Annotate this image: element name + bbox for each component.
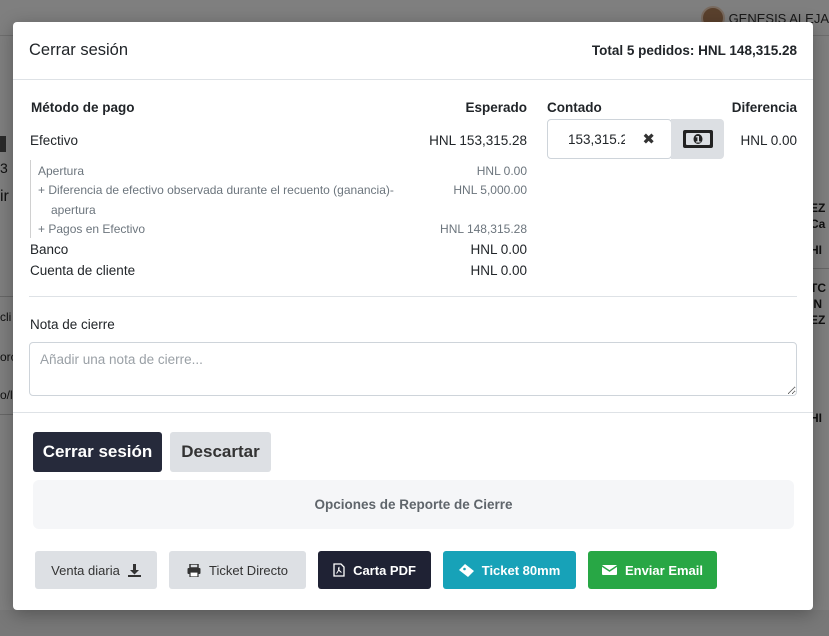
report-options-title: Opciones de Reporte de Cierre (314, 497, 513, 512)
header-payment-method: Método de pago (31, 100, 135, 115)
send-email-label: Enviar Email (624, 562, 704, 578)
ticket-icon (458, 563, 474, 577)
direct-ticket-button[interactable]: Ticket Directo (169, 551, 306, 589)
daily-sales-label: Venta diaria (51, 562, 120, 578)
detail-label-continued: apertura (51, 203, 96, 217)
discard-button[interactable]: Descartar (170, 432, 271, 472)
orders-total: Total 5 pedidos: HNL 148,315.28 (591, 43, 797, 58)
envelope-icon (601, 565, 617, 575)
modal-header: Cerrar sesión Total 5 pedidos: HNL 148,3… (13, 22, 813, 80)
ticket-80mm-label: Ticket 80mm (481, 562, 561, 578)
bank-label: Banco (30, 242, 69, 257)
cash-counted-value: 153,315.2 (568, 131, 625, 147)
detail-label: Apertura (38, 164, 85, 178)
detail-amount: HNL 0.00 (476, 164, 527, 178)
times-icon[interactable]: ✖ (642, 130, 655, 148)
detail-amount: HNL 5,000.00 (453, 183, 527, 197)
file-pdf-icon (333, 563, 345, 577)
cash-label: Efectivo (30, 133, 79, 148)
report-options-panel: Opciones de Reporte de Cierre (33, 480, 794, 529)
daily-sales-button[interactable]: Venta diaria (35, 551, 157, 589)
cash-details-rail (30, 160, 32, 238)
bank-expected: HNL 0.00 (470, 242, 527, 257)
header-counted: Contado (547, 100, 602, 115)
modal-title: Cerrar sesión (29, 41, 129, 59)
download-icon (127, 563, 141, 577)
header-expected: Esperado (465, 100, 527, 115)
closing-note-textarea[interactable] (29, 342, 797, 396)
ticket-80mm-button[interactable]: Ticket 80mm (443, 551, 576, 589)
pdf-letter-label: Carta PDF (353, 562, 416, 578)
close-session-button[interactable]: Cerrar sesión (33, 432, 162, 472)
customer-account-label: Cuenta de cliente (30, 263, 136, 278)
pdf-letter-button[interactable]: Carta PDF (318, 551, 431, 589)
send-email-button[interactable]: Enviar Email (588, 551, 717, 589)
printer-icon (187, 563, 201, 577)
cash-difference: HNL 0.00 (740, 133, 797, 148)
header-difference: Diferencia (731, 100, 797, 115)
detail-label: + Diferencia de efectivo observada duran… (38, 183, 394, 197)
direct-ticket-label: Ticket Directo (209, 562, 288, 578)
cash-counted-input[interactable]: 153,315.2 ✖ (547, 119, 672, 159)
detail-amount: HNL 148,315.28 (440, 222, 527, 236)
footer-divider (13, 412, 813, 413)
customer-account-expected: HNL 0.00 (470, 263, 527, 278)
divider (29, 296, 797, 297)
cash-expected: HNL 153,315.28 (429, 133, 527, 148)
detail-label: + Pagos en Efectivo (38, 222, 146, 236)
note-label: Nota de cierre (30, 317, 115, 332)
